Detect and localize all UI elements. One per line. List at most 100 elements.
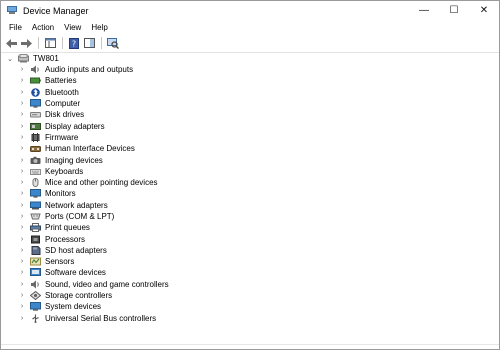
menu-action[interactable]: Action <box>27 23 59 32</box>
tree-item-storage-controllers[interactable]: › Storage controllers <box>1 290 499 301</box>
chevron-right-icon[interactable]: › <box>18 122 26 131</box>
tree-item-monitors[interactable]: › Monitors <box>1 188 499 199</box>
battery-icon <box>30 76 41 85</box>
tree-item-label: Display adapters <box>45 121 105 131</box>
chevron-right-icon[interactable]: › <box>18 257 26 266</box>
tree-item-label: Ports (COM & LPT) <box>45 212 115 221</box>
scan-hardware-button[interactable] <box>106 37 120 50</box>
tree-item-computer[interactable]: › Computer <box>1 98 499 109</box>
maximize-button[interactable]: ☐ <box>439 1 469 20</box>
chevron-right-icon[interactable]: › <box>18 246 26 255</box>
chevron-down-icon[interactable]: ⌄ <box>6 54 14 63</box>
show-hide-console-tree-button[interactable] <box>43 37 57 50</box>
chevron-right-icon[interactable]: › <box>18 280 26 289</box>
monitor-icon <box>30 99 41 108</box>
forward-button[interactable] <box>19 37 33 50</box>
chevron-right-icon[interactable]: › <box>18 65 26 74</box>
back-button[interactable] <box>4 37 18 50</box>
tree-item-label: System devices <box>45 302 102 312</box>
tree-item-batteries[interactable]: › Batteries <box>1 75 499 86</box>
usb-icon <box>30 314 41 323</box>
tree-item-disk-drives[interactable]: › Disk drives <box>1 109 499 120</box>
title-bar: Device Manager — ☐ ✕ <box>1 1 499 20</box>
view-icon <box>83 38 95 48</box>
bluetooth-icon <box>30 87 41 97</box>
display-adapter-icon <box>30 122 41 131</box>
tree-root-node[interactable]: ⌄ TW801 <box>1 53 499 64</box>
help-button[interactable]: ? <box>67 37 81 50</box>
chevron-right-icon[interactable]: › <box>18 235 26 244</box>
tree-item-label: Network adapters <box>45 200 108 210</box>
tree-item-label: Software devices <box>45 268 106 278</box>
printer-icon <box>30 223 41 233</box>
chevron-right-icon[interactable]: › <box>18 268 26 277</box>
computer-icon <box>18 54 29 63</box>
chevron-right-icon[interactable]: › <box>18 291 26 300</box>
tree-item-label: Bluetooth <box>45 87 79 97</box>
chevron-right-icon[interactable]: › <box>18 76 26 85</box>
chevron-right-icon[interactable]: › <box>18 110 26 119</box>
tree-item-bluetooth[interactable]: › Bluetooth <box>1 87 499 98</box>
device-manager-window: Device Manager — ☐ ✕ File Action View He… <box>0 0 500 350</box>
tree-item-label: Storage controllers <box>45 291 113 301</box>
tree-item-label: Disk drives <box>45 110 85 120</box>
tree-item-human-interface-devices[interactable]: › Human Interface Devices <box>1 143 499 154</box>
scan-hardware-icon <box>107 37 119 49</box>
speaker-icon <box>30 280 41 289</box>
firmware-icon <box>30 132 41 142</box>
chevron-right-icon[interactable]: › <box>18 88 26 97</box>
chevron-right-icon[interactable]: › <box>18 156 26 165</box>
tree-item-sd-host-adapters[interactable]: › SD host adapters <box>1 245 499 256</box>
tree-item-ports-com-lpt[interactable]: › Ports (COM & LPT) <box>1 211 499 222</box>
tree-item-software-devices[interactable]: › Software devices <box>1 267 499 278</box>
chevron-right-icon[interactable]: › <box>18 212 26 221</box>
chevron-right-icon[interactable]: › <box>18 167 26 176</box>
sd-card-icon <box>30 245 41 255</box>
tree-item-keyboards[interactable]: › Keyboards <box>1 166 499 177</box>
tree-item-imaging-devices[interactable]: › Imaging devices <box>1 154 499 165</box>
chevron-right-icon[interactable]: › <box>18 189 26 198</box>
chevron-right-icon[interactable]: › <box>18 99 26 108</box>
tree-item-network-adapters[interactable]: › Network adapters <box>1 200 499 211</box>
menu-help[interactable]: Help <box>86 23 112 32</box>
tree-item-mice-and-other-pointing-devices[interactable]: › Mice and other pointing devices <box>1 177 499 188</box>
chevron-right-icon[interactable]: › <box>18 302 26 311</box>
tree-item-print-queues[interactable]: › Print queues <box>1 222 499 233</box>
tree-item-label: Imaging devices <box>45 155 103 165</box>
tree-item-label: Audio inputs and outputs <box>45 65 134 75</box>
help-book-icon: ? <box>69 37 79 49</box>
device-category-list: › Audio inputs and outputs › Batteries › Blue… <box>1 64 499 324</box>
properties-pane-icon <box>44 38 56 48</box>
svg-text:?: ? <box>72 39 76 48</box>
system-device-icon <box>30 302 41 312</box>
chevron-right-icon[interactable]: › <box>18 314 26 323</box>
tree-item-label: Keyboards <box>45 166 84 176</box>
menu-view[interactable]: View <box>59 23 86 32</box>
back-arrow-icon <box>5 38 17 48</box>
tree-item-label: Print queues <box>45 223 90 233</box>
chevron-right-icon[interactable]: › <box>18 133 26 142</box>
sensor-icon <box>30 257 41 266</box>
tree-item-sensors[interactable]: › Sensors <box>1 256 499 267</box>
tree-item-system-devices[interactable]: › System devices <box>1 301 499 312</box>
tree-item-display-adapters[interactable]: › Display adapters <box>1 120 499 131</box>
minimize-button[interactable]: — <box>409 1 439 20</box>
chevron-right-icon[interactable]: › <box>18 201 26 210</box>
tree-item-label: Firmware <box>45 132 79 142</box>
action-pane-button[interactable] <box>82 37 96 50</box>
tree-item-universal-serial-bus-controllers[interactable]: › Universal Serial Bus controllers <box>1 313 499 324</box>
tree-item-audio-inputs-and-outputs[interactable]: › Audio inputs and outputs <box>1 64 499 75</box>
tree-item-label: Computer <box>45 99 81 109</box>
processor-icon <box>30 235 41 244</box>
tree-item-processors[interactable]: › Processors <box>1 233 499 244</box>
chevron-right-icon[interactable]: › <box>18 144 26 153</box>
tree-item-sound-video-and-game-controllers[interactable]: › Sound, video and game controllers <box>1 279 499 290</box>
chevron-right-icon[interactable]: › <box>18 223 26 232</box>
menu-file[interactable]: File <box>4 23 27 32</box>
chevron-right-icon[interactable]: › <box>18 178 26 187</box>
tree-root-label: TW801 <box>33 54 59 63</box>
tree-item-label: Sensors <box>45 257 75 267</box>
speaker-icon <box>30 65 41 74</box>
close-button[interactable]: ✕ <box>469 1 499 20</box>
tree-item-firmware[interactable]: › Firmware <box>1 132 499 143</box>
